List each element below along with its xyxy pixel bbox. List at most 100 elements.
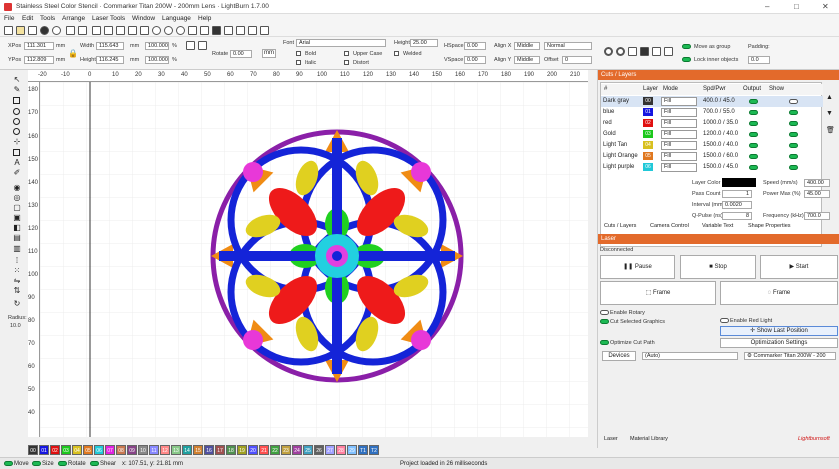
close-button[interactable]: ✕	[822, 2, 829, 11]
zoom-out-icon[interactable]	[164, 26, 173, 35]
palette-swatch[interactable]: 05	[83, 445, 93, 455]
vspace-input[interactable]: 0.00	[464, 56, 486, 64]
layer-row[interactable]: Dark gray 00 Fill 400.0 / 45.0	[601, 96, 823, 107]
open-folder-icon[interactable]	[16, 26, 25, 35]
layer-row[interactable]: blue 01 Fill 700.0 / 55.0	[601, 107, 823, 118]
output-toggle[interactable]	[749, 143, 758, 148]
text-box-tool-icon[interactable]	[13, 149, 20, 156]
pass-count-input[interactable]: 1	[722, 190, 752, 198]
palette-swatch[interactable]: 12	[160, 445, 170, 455]
tab-material-library[interactable]: Material Library	[630, 436, 668, 442]
palette-swatch[interactable]: 18	[226, 445, 236, 455]
zoom-in-icon[interactable]	[152, 26, 161, 35]
align-y-select[interactable]: Middle	[514, 56, 540, 64]
delete-icon[interactable]	[128, 26, 137, 35]
bold-checkbox[interactable]	[296, 51, 301, 56]
shear-toggle[interactable]	[90, 461, 99, 466]
flip-tool-icon[interactable]: ⇅	[13, 287, 21, 295]
stop-button[interactable]: ■ Stop	[680, 255, 756, 279]
palette-swatch[interactable]: 13	[171, 445, 181, 455]
menu-arrange[interactable]: Arrange	[62, 15, 85, 22]
ypos-input[interactable]: 112.809	[24, 56, 54, 64]
lock-inner-toggle[interactable]	[682, 57, 691, 62]
tab-cuts-layers[interactable]: Cuts / Layers	[604, 223, 636, 229]
palette-swatch[interactable]: 10	[138, 445, 148, 455]
menu-edit[interactable]: Edit	[22, 15, 33, 22]
devices-button[interactable]: Devices	[602, 351, 636, 361]
box-icon[interactable]	[640, 47, 649, 56]
speed-input[interactable]: 400.00	[804, 179, 830, 187]
palette-swatch[interactable]: 00	[28, 445, 38, 455]
palette-swatch[interactable]: 27	[325, 445, 335, 455]
height-input[interactable]: 116.245	[96, 56, 124, 64]
edit-nodes-icon[interactable]: ✎	[13, 86, 21, 94]
layer-mode-select[interactable]: Fill	[661, 97, 697, 106]
output-toggle[interactable]	[749, 121, 758, 126]
move-icon[interactable]	[140, 26, 149, 35]
interval-input[interactable]: 0.0020	[722, 201, 752, 209]
position-laser-icon[interactable]: ◉	[13, 184, 21, 192]
redo-icon[interactable]	[78, 26, 87, 35]
align-x-select[interactable]: Middle	[514, 42, 540, 50]
palette-swatch[interactable]: 07	[105, 445, 115, 455]
move-up-icon[interactable]: ▲	[826, 94, 833, 101]
ungroup-icon[interactable]	[616, 47, 625, 56]
layer-mode-select[interactable]: Fill	[661, 108, 697, 117]
layer-mode-select[interactable]: Fill	[661, 152, 697, 161]
polygon-tool-icon[interactable]	[13, 118, 20, 125]
offset-tool-icon[interactable]: ◎	[13, 194, 21, 202]
width-input[interactable]: 115.643	[96, 42, 124, 50]
layer-mode-select[interactable]: Fill	[661, 119, 697, 128]
lock-icon[interactable]: 🔒	[68, 49, 78, 58]
radius-value[interactable]: 10.0	[10, 323, 21, 329]
layer-mode-select[interactable]: Fill	[661, 163, 697, 172]
palette-swatch[interactable]: 26	[314, 445, 324, 455]
width-pct-input[interactable]: 100.000	[145, 42, 169, 50]
gear-icon[interactable]	[236, 26, 245, 35]
cut-selected-toggle[interactable]	[600, 319, 609, 324]
welded-checkbox[interactable]	[394, 51, 399, 56]
measure-tool-icon[interactable]: ✐	[13, 169, 21, 177]
layer-color-swatch[interactable]	[722, 178, 756, 187]
offset-input[interactable]: 0	[562, 56, 592, 64]
node-icon[interactable]	[652, 47, 661, 56]
distribute-tool-icon[interactable]: ▥	[13, 245, 21, 253]
layer-row[interactable]: Light purple 06 Fill 1500.0 / 45.0	[601, 162, 823, 173]
paste-icon[interactable]	[116, 26, 125, 35]
align-icon[interactable]	[186, 41, 195, 50]
text-mode-select[interactable]: Normal	[544, 42, 592, 50]
palette-swatch[interactable]: 06	[94, 445, 104, 455]
weld-icon[interactable]	[664, 47, 673, 56]
copy-icon[interactable]	[104, 26, 113, 35]
settings-icon[interactable]	[224, 26, 233, 35]
italic-checkbox[interactable]	[296, 60, 301, 65]
grid-icon[interactable]	[628, 47, 637, 56]
show-last-position-button[interactable]: ✛ Show Last Position	[720, 326, 838, 336]
output-toggle[interactable]	[749, 99, 758, 104]
palette-swatch[interactable]: 23	[281, 445, 291, 455]
tab-laser[interactable]: Laser	[604, 436, 618, 442]
move-as-group-toggle[interactable]	[682, 44, 691, 49]
show-toggle[interactable]	[789, 143, 798, 148]
palette-swatch[interactable]: 21	[259, 445, 269, 455]
circle-tool-icon[interactable]	[13, 128, 20, 135]
minimize-button[interactable]: –	[765, 2, 769, 11]
undo-icon[interactable]	[66, 26, 75, 35]
layer-row[interactable]: Light Orange 05 Fill 1500.0 / 60.0	[601, 151, 823, 162]
palette-swatch[interactable]: 22	[270, 445, 280, 455]
help-icon[interactable]	[260, 26, 269, 35]
hspace-input[interactable]: 0.00	[464, 42, 486, 50]
palette-swatch[interactable]: 29	[347, 445, 357, 455]
palette-swatch[interactable]: 16	[204, 445, 214, 455]
save-icon[interactable]	[28, 26, 37, 35]
menu-tools[interactable]: Tools	[40, 15, 55, 22]
layer-row[interactable]: Light Tan 04 Fill 1500.0 / 40.0	[601, 140, 823, 151]
export-icon[interactable]	[52, 26, 61, 35]
palette-swatch[interactable]: 17	[215, 445, 225, 455]
line-tool-icon[interactable]: ⊹	[13, 138, 21, 146]
menu-laser-tools[interactable]: Laser Tools	[92, 15, 125, 22]
rotate-toggle[interactable]	[58, 461, 67, 466]
cut-icon[interactable]	[92, 26, 101, 35]
padding-input[interactable]: 0.0	[748, 56, 770, 64]
optimization-settings-button[interactable]: Optimization Settings	[720, 338, 838, 348]
